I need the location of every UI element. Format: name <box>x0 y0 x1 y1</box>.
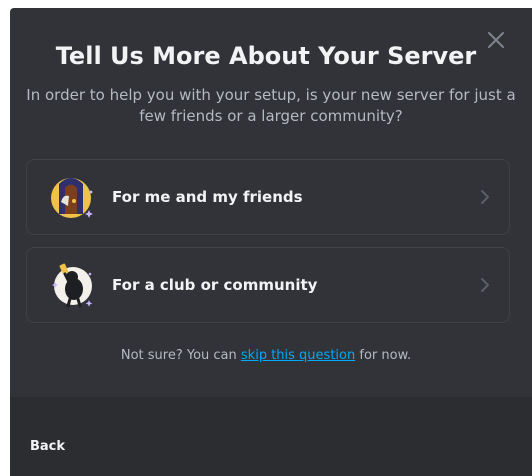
option-friends[interactable]: For me and my friends <box>26 159 510 235</box>
option-friends-label: For me and my friends <box>112 188 303 206</box>
friends-door-illustration <box>49 172 99 222</box>
skip-question-text: Not sure? You can skip this question for… <box>10 347 522 365</box>
option-club-label: For a club or community <box>112 276 318 294</box>
modal-title: Tell Us More About Your Server <box>55 42 477 70</box>
create-server-modal: Tell Us More About Your Server In order … <box>10 8 532 476</box>
skip-suffix: for now. <box>355 348 412 363</box>
club-community-illustration <box>49 260 99 310</box>
back-button[interactable]: Back <box>30 438 65 456</box>
chevron-right-icon <box>479 276 491 294</box>
option-club[interactable]: For a club or community <box>26 247 510 323</box>
skip-question-link[interactable]: skip this question <box>241 348 355 363</box>
modal-subtitle: In order to help you with your setup, is… <box>26 86 516 125</box>
modal-footer: Back <box>10 397 532 476</box>
chevron-right-icon <box>479 188 491 206</box>
skip-prefix: Not sure? You can <box>120 348 241 363</box>
